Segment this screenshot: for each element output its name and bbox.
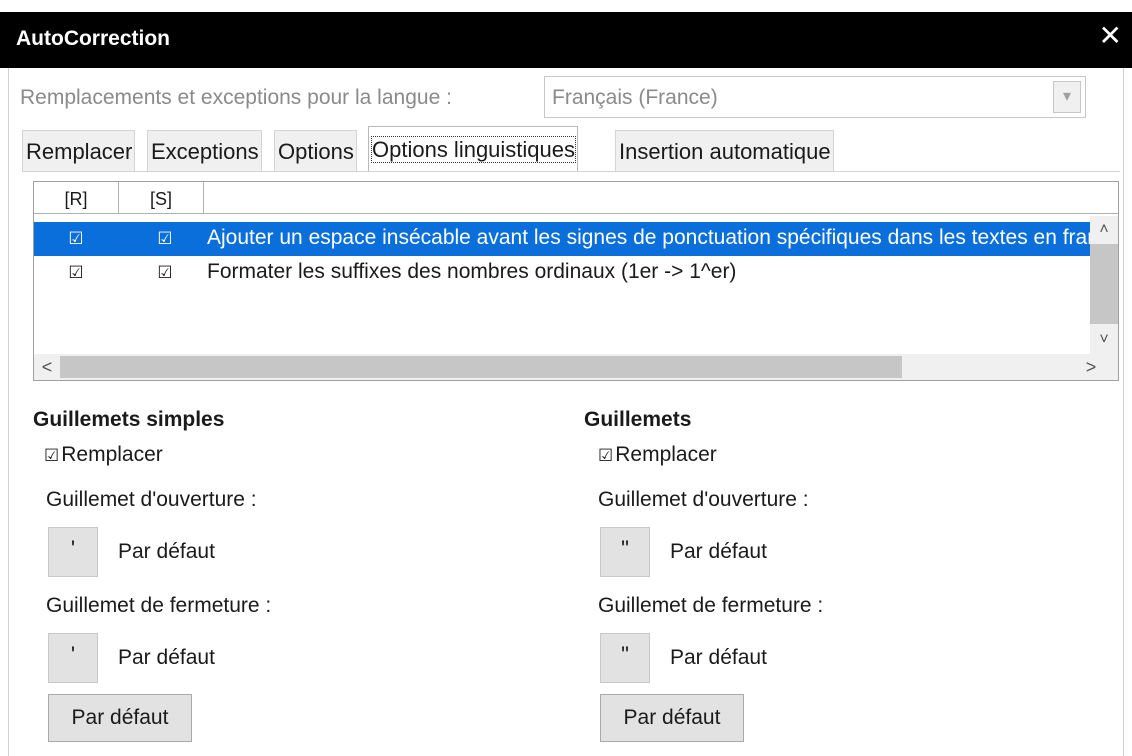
grid-row[interactable]: ☑ ☑ Ajouter un espace insécable avant le… xyxy=(34,222,1090,256)
double-opening-label: Guillemet d'ouverture : xyxy=(598,488,809,511)
checkbox-s[interactable]: ☑ xyxy=(153,222,177,256)
scroll-up-icon[interactable]: ˄ xyxy=(1090,218,1118,242)
single-replace-checkbox[interactable]: ☑Remplacer xyxy=(44,443,163,467)
checkbox-r[interactable]: ☑ xyxy=(64,222,88,256)
scroll-down-icon[interactable]: ˅ xyxy=(1090,328,1118,352)
row-label: Formater les suffixes des nombres ordina… xyxy=(207,260,737,283)
tab-options-linguistiques[interactable]: Options linguistiques xyxy=(368,126,579,172)
grid-row[interactable]: ☑ ☑ Formater les suffixes des nombres or… xyxy=(34,256,1090,290)
scroll-left-icon[interactable]: < xyxy=(34,354,60,380)
header-r[interactable]: [R] xyxy=(34,182,119,214)
double-quotes-title: Guillemets xyxy=(584,408,692,431)
chevron-down-icon[interactable]: ▾ xyxy=(1053,81,1081,113)
single-opening-label: Guillemet d'ouverture : xyxy=(46,488,257,511)
title-bar: AutoCorrection ✕ xyxy=(0,12,1132,68)
checkbox-checked-icon: ☑ xyxy=(44,446,60,465)
single-quotes-title: Guillemets simples xyxy=(33,408,225,431)
language-select[interactable]: Français (France) ▾ xyxy=(544,76,1086,118)
tab-label: Exceptions xyxy=(151,139,259,164)
tab-label: Options linguistiques xyxy=(370,136,577,163)
single-closing-char-button[interactable]: ' xyxy=(48,633,98,683)
close-icon[interactable]: ✕ xyxy=(1099,20,1122,52)
double-closing-desc: Par défaut xyxy=(670,646,767,669)
single-opening-char-button[interactable]: ' xyxy=(48,527,98,577)
double-default-button[interactable]: Par défaut xyxy=(600,694,744,742)
checkbox-checked-icon: ☑ xyxy=(598,446,614,465)
single-default-button[interactable]: Par défaut xyxy=(48,694,192,742)
tab-label: Remplacer xyxy=(26,139,133,164)
single-closing-label: Guillemet de fermeture : xyxy=(46,594,272,617)
checkbox-s[interactable]: ☑ xyxy=(153,256,177,290)
language-value: Français (France) xyxy=(552,86,718,109)
tab-label: Insertion automatique xyxy=(619,139,831,164)
options-grid[interactable]: [R] [S] ☑ ☑ Ajouter un espace insécable … xyxy=(33,181,1119,381)
single-opening-desc: Par défaut xyxy=(118,540,215,563)
tab-exceptions[interactable]: Exceptions xyxy=(147,130,262,172)
scroll-right-icon[interactable]: > xyxy=(1078,354,1104,380)
double-opening-char-button[interactable]: " xyxy=(600,527,650,577)
grid-header: [R] [S] xyxy=(34,182,1118,214)
tab-label: Options xyxy=(278,139,354,164)
language-label: Remplacements et exceptions pour la lang… xyxy=(20,86,452,109)
double-opening-desc: Par défaut xyxy=(670,540,767,563)
double-replace-label: Remplacer xyxy=(615,443,717,466)
header-s[interactable]: [S] xyxy=(119,182,204,214)
horizontal-scroll-thumb[interactable] xyxy=(60,356,902,378)
tab-remplacer[interactable]: Remplacer xyxy=(22,130,136,172)
checkbox-r[interactable]: ☑ xyxy=(64,256,88,290)
double-closing-label: Guillemet de fermeture : xyxy=(598,594,824,617)
vertical-scrollbar[interactable]: ˄ ˅ xyxy=(1090,216,1118,356)
tab-insertion-automatique[interactable]: Insertion automatique xyxy=(615,130,834,172)
window-title: AutoCorrection xyxy=(16,27,170,50)
double-closing-char-button[interactable]: " xyxy=(600,633,650,683)
single-closing-desc: Par défaut xyxy=(118,646,215,669)
vertical-scroll-thumb[interactable] xyxy=(1090,244,1118,324)
row-label: Ajouter un espace insécable avant les si… xyxy=(207,226,1090,249)
single-replace-label: Remplacer xyxy=(61,443,163,466)
double-replace-checkbox[interactable]: ☑Remplacer xyxy=(598,443,717,467)
tab-options[interactable]: Options xyxy=(274,130,357,172)
horizontal-scrollbar[interactable]: < > xyxy=(34,354,1118,380)
